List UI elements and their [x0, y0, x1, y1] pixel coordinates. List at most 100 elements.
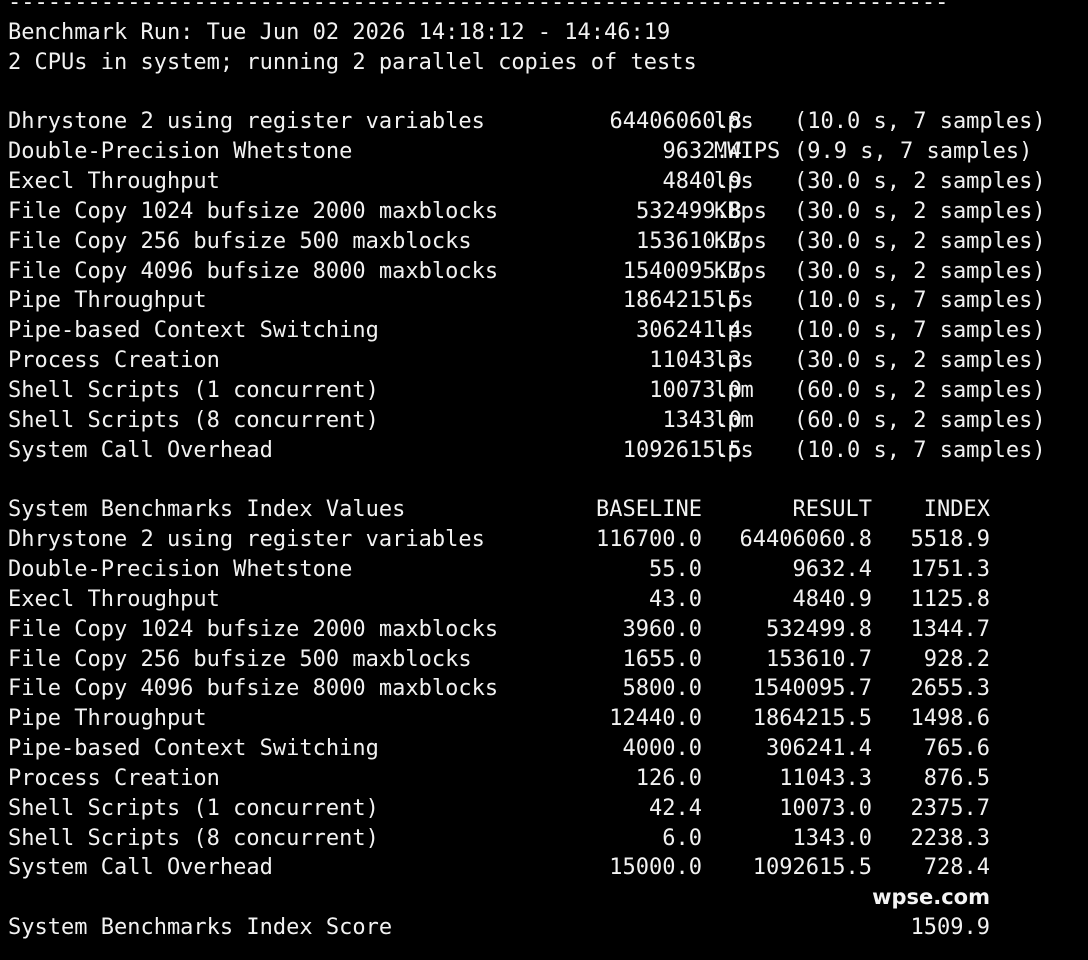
terminal-output: ----------------------------------------…: [8, 0, 1080, 943]
index-score-row: System Benchmarks Index Score 1509.9: [8, 913, 1080, 943]
test-unit: lpm: [714, 407, 754, 433]
index-value: 1751.3: [910, 557, 990, 583]
index-table-title: System Benchmarks Index Values: [8, 497, 406, 523]
index-row: File Copy 4096 bufsize 8000 maxblocks 580…: [8, 674, 1080, 704]
index-row: File Copy 256 bufsize 500 maxblocks 1655.…: [8, 645, 1080, 675]
result-row: Shell Scripts (1 concurrent) 10073.0 lpm (6…: [8, 376, 1080, 406]
index-row: System Call Overhead 15000.0 1092615.5 728.…: [8, 853, 1080, 883]
index-values-table: Dhrystone 2 using register variables 1167…: [8, 525, 1080, 883]
test-name: System Call Overhead: [8, 437, 273, 463]
index-row: Dhrystone 2 using register variables 1167…: [8, 525, 1080, 555]
test-unit: lps: [714, 288, 754, 314]
index-baseline: 43.0: [649, 586, 702, 612]
index-score-value: 1509.9: [910, 915, 990, 941]
cpu-info: 2 CPUs in system; running 2 parallel cop…: [8, 49, 697, 75]
test-unit: MWIPS: [714, 139, 781, 165]
index-test-name: Pipe-based Context Switching: [8, 736, 379, 762]
separator-line: ----------------------------------------…: [8, 0, 948, 15]
index-test-name: Dhrystone 2 using register variables: [8, 527, 485, 553]
index-row: Execl Throughput 43.0 4840.9 1125.8: [8, 585, 1080, 615]
index-value: 2375.7: [910, 795, 990, 821]
index-baseline: 6.0: [662, 825, 702, 851]
index-baseline: 1655.0: [622, 646, 702, 672]
test-name: File Copy 4096 bufsize 8000 maxblocks: [8, 258, 499, 284]
index-row: Pipe Throughput 12440.0 1864215.5 1498.6: [8, 704, 1080, 734]
test-samples: (30.0 s, 2 samples): [794, 348, 1046, 374]
index-baseline: 126.0: [635, 765, 702, 791]
test-samples: (10.0 s, 7 samples): [794, 318, 1046, 344]
index-baseline: 5800.0: [622, 676, 702, 702]
index-test-name: System Call Overhead: [8, 855, 273, 881]
index-test-name: Double-Precision Whetstone: [8, 557, 353, 583]
test-name: Shell Scripts (8 concurrent): [8, 407, 379, 433]
index-baseline: 42.4: [649, 795, 702, 821]
index-header-row: System Benchmarks Index Values BASELINE …: [8, 495, 1080, 525]
test-name: Execl Throughput: [8, 169, 220, 195]
benchmark-results: Dhrystone 2 using register variables 6440…: [8, 107, 1080, 465]
result-row: Double-Precision Whetstone 9632.4 MWIPS (9.…: [8, 137, 1080, 167]
watermark-logo: wpse.com: [872, 885, 990, 910]
test-unit: lps: [714, 318, 754, 344]
test-name: Pipe Throughput: [8, 288, 207, 314]
index-score-label: System Benchmarks Index Score: [8, 915, 393, 941]
result-row: Shell Scripts (8 concurrent) 1343.0 lpm (60…: [8, 406, 1080, 436]
index-test-name: Execl Throughput: [8, 586, 220, 612]
test-unit: KBps: [714, 228, 767, 254]
index-baseline: 15000.0: [609, 855, 702, 881]
test-unit: lps: [714, 109, 754, 135]
index-value: 2655.3: [910, 676, 990, 702]
index-value: 2238.3: [910, 825, 990, 851]
index-row: Pipe-based Context Switching 4000.0 306241…: [8, 734, 1080, 764]
index-result: 532499.8: [766, 616, 872, 642]
watermark-row: wpse.com: [8, 883, 1080, 913]
index-result: 9632.4: [792, 557, 872, 583]
index-row: File Copy 1024 bufsize 2000 maxblocks 396…: [8, 615, 1080, 645]
result-row: System Call Overhead 1092615.5 lps (10.0 s,…: [8, 436, 1080, 466]
result-row: File Copy 1024 bufsize 2000 maxblocks 532…: [8, 197, 1080, 227]
test-name: Pipe-based Context Switching: [8, 318, 379, 344]
result-row: Dhrystone 2 using register variables 6440…: [8, 107, 1080, 137]
test-samples: (60.0 s, 2 samples): [794, 407, 1046, 433]
test-samples: (10.0 s, 7 samples): [794, 437, 1046, 463]
test-unit: lps: [714, 348, 754, 374]
index-value: 728.4: [923, 855, 990, 881]
index-result: 306241.4: [766, 736, 872, 762]
test-unit: lps: [714, 169, 754, 195]
result-row: File Copy 256 bufsize 500 maxblocks 15361…: [8, 227, 1080, 257]
index-test-name: Pipe Throughput: [8, 706, 207, 732]
index-result: 1540095.7: [752, 676, 872, 702]
index-result: 1092615.5: [752, 855, 872, 881]
result-row: Pipe Throughput 1864215.5 lps (10.0 s, 7 sa…: [8, 286, 1080, 316]
test-samples: (30.0 s, 2 samples): [794, 169, 1046, 195]
test-samples: (60.0 s, 2 samples): [794, 377, 1046, 403]
test-name: File Copy 1024 bufsize 2000 maxblocks: [8, 198, 499, 224]
test-name: Process Creation: [8, 348, 220, 374]
test-unit: KBps: [714, 198, 767, 224]
index-result: 4840.9: [792, 586, 872, 612]
index-row: Double-Precision Whetstone 55.0 9632.4 1751…: [8, 555, 1080, 585]
index-row: Shell Scripts (8 concurrent) 6.0 1343.0 223…: [8, 824, 1080, 854]
test-samples: (30.0 s, 2 samples): [794, 228, 1046, 254]
index-result: 1343.0: [792, 825, 872, 851]
test-samples: (10.0 s, 7 samples): [794, 109, 1046, 135]
test-samples: (9.9 s, 7 samples): [794, 139, 1033, 165]
test-name: Dhrystone 2 using register variables: [8, 109, 485, 135]
test-samples: (10.0 s, 7 samples): [794, 288, 1046, 314]
test-samples: (30.0 s, 2 samples): [794, 258, 1046, 284]
index-test-name: File Copy 1024 bufsize 2000 maxblocks: [8, 616, 499, 642]
test-name: Double-Precision Whetstone: [8, 139, 353, 165]
index-baseline: 3960.0: [622, 616, 702, 642]
index-value: 1498.6: [910, 706, 990, 732]
baseline-column-header: BASELINE: [596, 497, 702, 523]
index-baseline: 55.0: [649, 557, 702, 583]
index-baseline: 4000.0: [622, 736, 702, 762]
index-baseline: 12440.0: [609, 706, 702, 732]
index-test-name: File Copy 256 bufsize 500 maxblocks: [8, 646, 472, 672]
index-value: 928.2: [923, 646, 990, 672]
result-row: Process Creation 11043.3 lps (30.0 s, 2 sam…: [8, 346, 1080, 376]
index-result: 1864215.5: [752, 706, 872, 732]
test-unit: lps: [714, 437, 754, 463]
index-value: 765.6: [923, 736, 990, 762]
test-name: File Copy 256 bufsize 500 maxblocks: [8, 228, 472, 254]
